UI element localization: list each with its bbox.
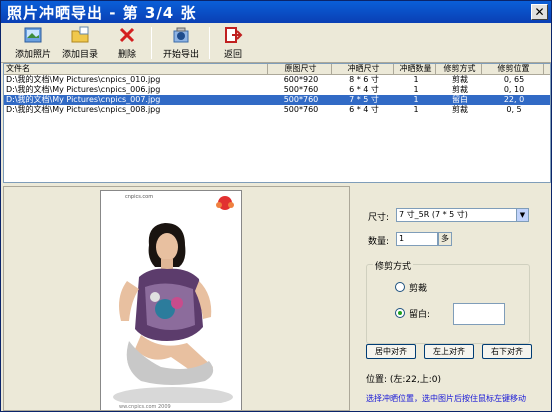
- column-header-crop-mode[interactable]: 修剪方式: [436, 64, 482, 74]
- column-header-original-size[interactable]: 原图尺寸: [268, 64, 332, 74]
- cell-filename: D:\我的文档\My Pictures\cnpics_008.jpg: [6, 105, 161, 114]
- hint-text: 选择冲晒位置，选中图片后按住鼠标左键移动: [366, 394, 526, 403]
- radio-blank-label: 留白:: [409, 310, 431, 320]
- cell-quantity: 1: [413, 85, 419, 94]
- cell-print-size: 8 * 6 寸: [349, 75, 379, 84]
- add-photo-button[interactable]: 添加照片: [15, 25, 51, 61]
- list-header: 文件名 原图尺寸 冲晒尺寸 冲晒数量 修剪方式 修剪位置: [4, 64, 550, 75]
- radio-crop[interactable]: [395, 282, 405, 292]
- photo-site-text: cnpics.com: [125, 194, 154, 200]
- quantity-input[interactable]: 1: [396, 232, 438, 246]
- toolbar-separator: [151, 27, 152, 59]
- return-button[interactable]: 返回: [219, 25, 247, 61]
- cell-crop-mode: 剪裁: [452, 85, 468, 94]
- column-header-crop-position[interactable]: 修剪位置: [482, 64, 544, 74]
- toolbar: 添加照片 添加目录 删除 开始导出 返回: [1, 23, 551, 63]
- photo-logo: [216, 196, 234, 210]
- chevron-down-icon[interactable]: ▼: [516, 209, 528, 221]
- photo-preview[interactable]: cnpics.com ww.cnpics.com 2009: [100, 190, 242, 410]
- crop-mode-group-title: 修剪方式: [373, 259, 414, 272]
- delete-button[interactable]: 删除: [113, 25, 141, 61]
- cell-filename: D:\我的文档\My Pictures\cnpics_006.jpg: [6, 85, 161, 94]
- close-button[interactable]: ✕: [531, 4, 548, 20]
- cell-crop-mode: 留白: [452, 95, 468, 104]
- cell-print-size: 7 * 5 寸: [349, 95, 379, 104]
- person-photo: [101, 217, 241, 403]
- app-window: 照片冲晒导出 - 第 3/4 张 ✕ 添加照片 添加目录 删除 开始导出 返回: [0, 0, 552, 412]
- cell-original-size: 500*760: [283, 95, 319, 104]
- radio-blank[interactable]: [395, 308, 405, 318]
- cell-crop-position: 0, 10: [503, 85, 525, 94]
- size-select[interactable]: 7 寸_5R (7 * 5 寸) ▼: [396, 208, 529, 222]
- align-bottomright-button[interactable]: 右下对齐: [482, 344, 532, 359]
- cell-quantity: 1: [413, 75, 419, 84]
- cell-original-size: 600*920: [283, 75, 319, 84]
- cell-crop-position: 22, 0: [503, 95, 525, 104]
- table-row[interactable]: D:\我的文档\My Pictures\cnpics_006.jpg 500*7…: [4, 85, 550, 95]
- cell-print-size: 6 * 4 寸: [349, 85, 379, 94]
- cell-print-size: 6 * 4 寸: [349, 105, 379, 114]
- cell-crop-mode: 剪裁: [452, 75, 468, 84]
- cell-original-size: 500*760: [283, 105, 319, 114]
- blank-color-box[interactable]: [453, 303, 505, 325]
- column-header-quantity[interactable]: 冲晒数量: [394, 64, 436, 74]
- toolbar-separator: [209, 27, 210, 59]
- quantity-multi-button[interactable]: 多: [438, 232, 452, 246]
- export-icon: [173, 27, 189, 43]
- window-title: 照片冲晒导出 - 第 3/4 张: [7, 3, 197, 22]
- cell-filename: D:\我的文档\My Pictures\cnpics_007.jpg: [6, 95, 161, 104]
- start-export-button[interactable]: 开始导出: [161, 25, 201, 61]
- table-row[interactable]: D:\我的文档\My Pictures\cnpics_008.jpg 500*7…: [4, 105, 550, 115]
- cell-crop-mode: 剪裁: [452, 105, 468, 114]
- column-header-filename[interactable]: 文件名: [4, 64, 268, 74]
- close-icon: ✕: [534, 5, 545, 19]
- column-header-print-size[interactable]: 冲晒尺寸: [332, 64, 394, 74]
- add-photo-icon: [24, 27, 42, 43]
- crop-mode-group: 修剪方式 剪裁 留白:: [366, 259, 530, 344]
- position-readout: 位置: (左:22,上:0): [366, 375, 442, 385]
- table-row-selected[interactable]: D:\我的文档\My Pictures\cnpics_007.jpg 500*7…: [4, 95, 550, 105]
- cell-quantity: 1: [413, 105, 419, 114]
- preview-pane: cnpics.com ww.cnpics.com 2009: [3, 186, 350, 411]
- cell-filename: D:\我的文档\My Pictures\cnpics_010.jpg: [6, 75, 161, 84]
- table-row[interactable]: D:\我的文档\My Pictures\cnpics_010.jpg 600*9…: [4, 75, 550, 85]
- cell-crop-position: 0, 5: [506, 105, 522, 114]
- add-folder-button[interactable]: 添加目录: [61, 25, 99, 61]
- return-icon: [225, 27, 243, 43]
- cell-crop-position: 0, 65: [503, 75, 525, 84]
- cell-quantity: 1: [413, 95, 419, 104]
- align-center-button[interactable]: 居中对齐: [366, 344, 416, 359]
- cell-original-size: 500*760: [283, 85, 319, 94]
- radio-selected-dot: [398, 311, 402, 315]
- title-bar[interactable]: 照片冲晒导出 - 第 3/4 张 ✕: [1, 1, 551, 23]
- photo-footer-text: ww.cnpics.com 2009: [119, 404, 171, 410]
- options-panel: 尺寸: 7 寸_5R (7 * 5 寸) ▼ 数量: 1 多 修剪方式 剪裁 留…: [352, 186, 551, 411]
- size-label: 尺寸:: [368, 213, 390, 223]
- photo-list[interactable]: 文件名 原图尺寸 冲晒尺寸 冲晒数量 修剪方式 修剪位置 D:\我的文档\My …: [3, 63, 551, 183]
- add-folder-icon: [71, 26, 89, 43]
- delete-icon: [119, 27, 135, 43]
- quantity-label: 数量:: [368, 237, 390, 247]
- align-topleft-button[interactable]: 左上对齐: [424, 344, 474, 359]
- radio-crop-label: 剪裁: [409, 284, 428, 294]
- size-select-value: 7 寸_5R (7 * 5 寸): [399, 210, 468, 219]
